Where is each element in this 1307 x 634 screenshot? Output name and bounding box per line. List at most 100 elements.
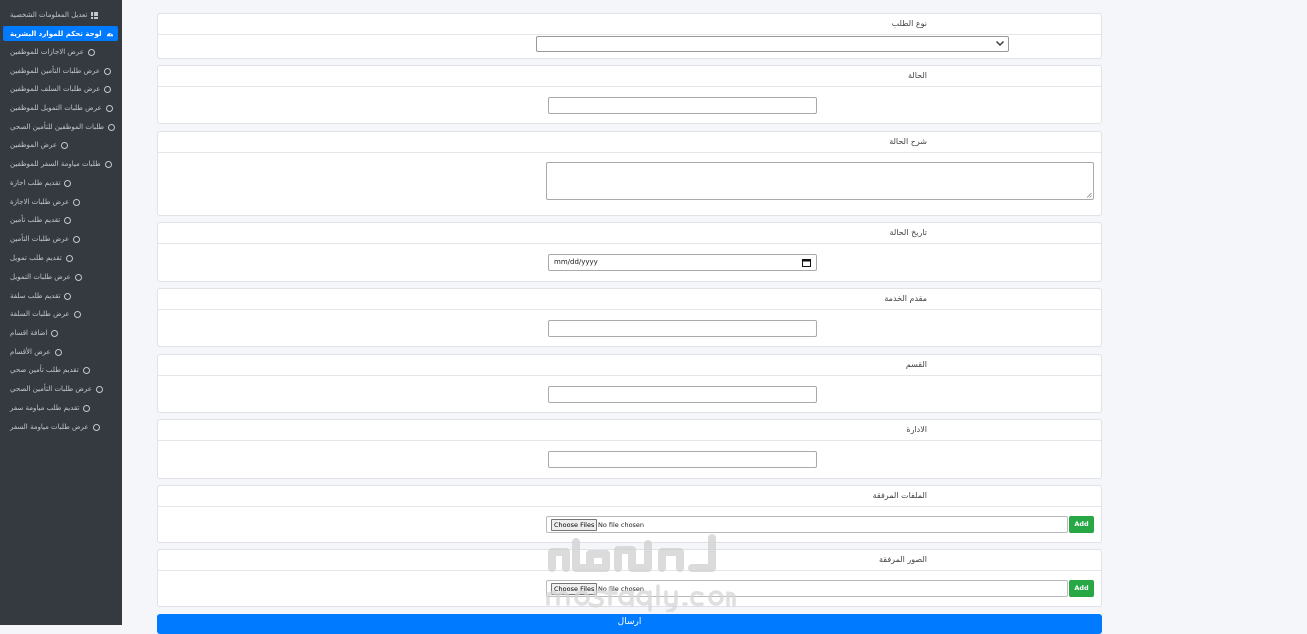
circle-icon (108, 123, 116, 131)
status-date-label: تاريخ الحالة (889, 228, 927, 237)
sidebar-item-health-insurance-list[interactable]: عرض طلبات التأمين الصحي (0, 380, 122, 398)
sidebar-item-label: عرض طلبات التمويل (10, 273, 71, 281)
sidebar-item-employees[interactable]: عرض الموظفين (0, 136, 122, 154)
circle-icon (83, 404, 91, 412)
status-card: الحالة (157, 65, 1102, 124)
administration-card: الادارة (157, 419, 1102, 479)
sidebar-item-label: عرض طلبات مياومة السفر (10, 423, 89, 431)
sidebar-item-travel-allowance-list[interactable]: عرض طلبات مياومة السفر (0, 418, 122, 436)
service-provider-card: مقدم الخدمة (157, 288, 1102, 347)
sidebar-item-label: عرض طلبات الاجازة (10, 198, 70, 206)
sidebar-item-employee-advances[interactable]: عرض طلبات السلف للموظفين (0, 80, 122, 98)
circle-icon (104, 85, 112, 93)
sidebar-item-employee-financing[interactable]: عرض طلبات التمويل للموظفين (0, 99, 122, 117)
sidebar-item-submit-health-insurance[interactable]: تقديم طلب تأمين صحي (0, 361, 122, 379)
resize-grip-icon[interactable] (1086, 192, 1092, 198)
sidebar-item-hr-dashboard[interactable]: لوحة تحكم للموارد البشرية (3, 26, 118, 41)
sidebar-item-label: تقديم طلب اجازة (10, 179, 61, 187)
circle-icon (104, 160, 112, 168)
grid-icon (91, 11, 99, 19)
circle-icon (54, 348, 62, 356)
circle-icon (65, 254, 73, 262)
attached-images-input[interactable]: Choose Files No file chosen (546, 580, 1068, 597)
attached-images-card: الصور المرفقة Choose Files No file chose… (157, 549, 1102, 607)
submit-button[interactable]: ارسال (157, 614, 1102, 634)
administration-input[interactable] (548, 451, 817, 468)
department-label: القسم (905, 360, 927, 369)
status-date-card: تاريخ الحالة mm/dd/yyyy (157, 222, 1102, 282)
status-input[interactable] (548, 97, 817, 114)
status-date-input[interactable]: mm/dd/yyyy (548, 254, 817, 271)
sidebar-item-travel-allowance-requests[interactable]: طلبات مياومة السفر للموظفين (0, 155, 122, 173)
sidebar-item-add-departments[interactable]: اضافة اقسام (0, 324, 122, 342)
sidebar-item-submit-insurance[interactable]: تقديم طلب تأمين (0, 211, 122, 229)
no-file-text: No file chosen (598, 521, 645, 529)
status-label: الحالة (908, 71, 927, 80)
sidebar-item-submit-advance[interactable]: تقديم طلب سلفة (0, 287, 122, 305)
sidebar-item-label: عرض الموظفين (10, 141, 58, 149)
circle-icon (95, 385, 103, 393)
sidebar-item-employee-leaves[interactable]: عرض الاجازات للموظفين (0, 43, 122, 61)
choose-files-button[interactable]: Choose Files (551, 519, 598, 531)
circle-icon (105, 104, 113, 112)
department-input[interactable] (548, 386, 817, 403)
choose-images-button[interactable]: Choose Files (551, 583, 598, 595)
sidebar-item-financing-requests[interactable]: عرض طلبات التمويل (0, 268, 122, 286)
request-type-select[interactable] (536, 36, 1009, 52)
attached-images-label: الصور المرفقة (879, 555, 927, 564)
attached-files-input[interactable]: Choose Files No file chosen (546, 516, 1068, 533)
sidebar-item-label: عرض طلبات التأمين الصحي (10, 385, 92, 393)
sidebar-item-employee-insurance[interactable]: عرض طلبات التأمين للموظفين (0, 62, 122, 80)
sidebar-item-label: تعديل المعلومات الشخصية (10, 11, 88, 19)
circle-icon (73, 235, 81, 243)
sidebar-item-submit-financing[interactable]: تقديم طلب تمويل (0, 249, 122, 267)
sidebar-item-label: تقديم طلب مياومة سفر (10, 404, 80, 412)
sidebar-item-edit-profile[interactable]: تعديل المعلومات الشخصية (0, 6, 122, 24)
department-card: القسم (157, 354, 1102, 413)
circle-icon (73, 310, 81, 318)
circle-icon (64, 292, 72, 300)
attached-files-card: الملفات المرفقة Choose Files No file cho… (157, 485, 1102, 543)
request-type-label: نوع الطلب (891, 19, 927, 28)
calendar-icon[interactable] (802, 258, 811, 267)
add-file-button[interactable]: Add (1069, 516, 1094, 533)
administration-label: الادارة (906, 425, 927, 434)
add-image-button[interactable]: Add (1069, 580, 1094, 597)
sidebar-item-departments[interactable]: عرض الأقسام (0, 343, 122, 361)
sidebar-item-label: عرض الأقسام (10, 348, 51, 356)
sidebar-item-insurance-requests[interactable]: عرض طلبات التأمين (0, 230, 122, 248)
sidebar-item-label: عرض طلبات التمويل للموظفين (10, 104, 102, 112)
sidebar-item-label: اضافة اقسام (10, 329, 48, 337)
sidebar-item-label: تقديم طلب تأمين (10, 216, 61, 224)
sidebar-item-health-insurance-requests[interactable]: طلبات الموظفين للتأمين الصحي (0, 118, 122, 136)
status-description-label: شرح الحالة (889, 137, 927, 146)
sidebar-item-label: تقديم طلب سلفة (10, 292, 61, 300)
circle-icon (51, 329, 59, 337)
service-provider-label: مقدم الخدمة (884, 294, 927, 303)
request-type-card: نوع الطلب (157, 13, 1102, 59)
sidebar-item-label: لوحة تحكم للموارد البشرية (10, 29, 102, 38)
chevron-down-icon (996, 41, 1004, 46)
date-placeholder: mm/dd/yyyy (554, 258, 598, 266)
sidebar-item-leave-requests[interactable]: عرض طلبات الاجازة (0, 193, 122, 211)
status-description-textarea[interactable] (546, 162, 1094, 200)
sidebar-item-submit-travel-allowance[interactable]: تقديم طلب مياومة سفر (0, 399, 122, 417)
sidebar-item-label: طلبات الموظفين للتأمين الصحي (10, 123, 105, 131)
dashboard-icon (106, 32, 113, 37)
circle-icon (92, 423, 100, 431)
sidebar-item-label: تقديم طلب تأمين صحي (10, 366, 79, 374)
circle-icon (82, 366, 90, 374)
sidebar-item-label: تقديم طلب تمويل (10, 254, 62, 262)
service-provider-input[interactable] (548, 320, 817, 337)
attached-files-label: الملفات المرفقة (872, 491, 927, 500)
circle-icon (64, 179, 72, 187)
sidebar-item-label: عرض طلبات السلفة (10, 310, 70, 318)
circle-icon (104, 67, 112, 75)
circle-icon (74, 273, 82, 281)
status-description-card: شرح الحالة (157, 131, 1102, 216)
circle-icon (64, 216, 72, 224)
sidebar-item-submit-leave[interactable]: تقديم طلب اجازة (0, 174, 122, 192)
circle-icon (61, 141, 69, 149)
circle-icon (73, 198, 81, 206)
sidebar-item-advance-requests[interactable]: عرض طلبات السلفة (0, 305, 122, 323)
